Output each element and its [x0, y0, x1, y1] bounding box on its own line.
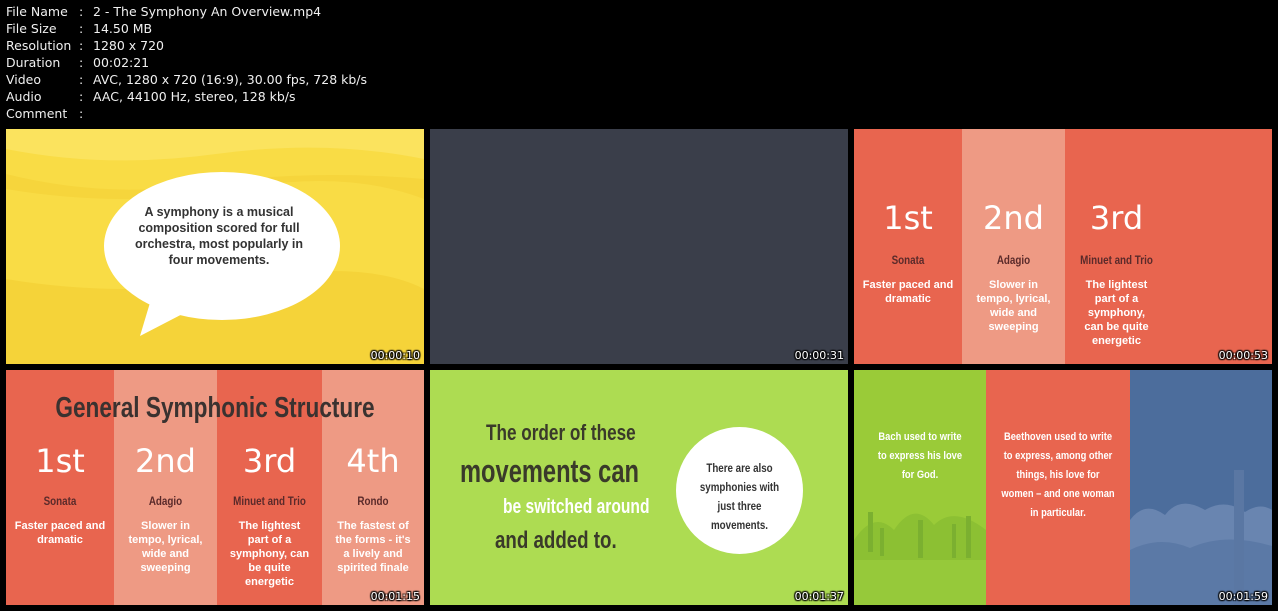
movement-name: Rondo: [357, 494, 389, 508]
ordinal: 3rd: [1089, 199, 1144, 237]
timestamp: 00:00:53: [1218, 349, 1268, 362]
thumbnail-6[interactable]: Bach used to write to express his love f…: [854, 370, 1272, 605]
ordinal: 1st: [883, 199, 933, 237]
resolution-label: Resolution: [6, 38, 72, 53]
movement-desc: The fastest of the forms - it's a lively…: [335, 520, 411, 574]
duration-row: Duration : 00:02:21: [6, 54, 367, 71]
movement-name: Sonata: [891, 253, 925, 267]
movement-desc: Faster paced and dramatic: [14, 520, 106, 546]
column-1st: 1st Sonata Faster paced and dramatic: [854, 129, 962, 364]
duration-value: 00:02:21: [93, 55, 150, 70]
movement-desc: Slower in tempo, lyrical, wide and sweep…: [976, 279, 1051, 333]
file-size-label: File Size: [6, 21, 57, 36]
ordinal: 1st: [35, 442, 85, 480]
headline-line-4: and added to.: [495, 527, 617, 554]
resolution-value: 1280 x 720: [93, 38, 165, 53]
movement-name: Minuet and Trio: [1080, 253, 1153, 267]
duration-label: Duration: [6, 55, 61, 70]
video-row: Video : AVC, 1280 x 720 (16:9), 30.00 fp…: [6, 71, 367, 88]
audio-row: Audio : AAC, 44100 Hz, stereo, 128 kb/s: [6, 88, 367, 105]
separator: :: [79, 72, 84, 87]
video-value: AVC, 1280 x 720 (16:9), 30.00 fps, 728 k…: [93, 72, 368, 87]
separator: :: [79, 38, 84, 53]
thumbnail-5[interactable]: The order of these movements can be swit…: [430, 370, 848, 605]
thumbnail-3[interactable]: 1st Sonata Faster paced and dramatic 2nd…: [854, 129, 1272, 364]
file-name-label: File Name: [6, 4, 68, 19]
resolution-row: Resolution : 1280 x 720: [6, 37, 367, 54]
timestamp: 00:00:31: [794, 349, 844, 362]
movement-name: Adagio: [148, 494, 183, 508]
timestamp: 00:01:15: [370, 590, 420, 603]
file-size-value: 14.50 MB: [93, 21, 153, 36]
column-empty: [1168, 129, 1272, 364]
movement-desc: The lightest part of a symphony, can be …: [229, 520, 310, 588]
audio-label: Audio: [6, 89, 42, 104]
movement-name: Sonata: [43, 494, 77, 508]
separator: :: [79, 4, 84, 19]
beethoven-text: Beethoven used to write to express, amon…: [1001, 431, 1115, 519]
thumbnail-1[interactable]: A symphony is a musical composition scor…: [6, 129, 424, 364]
separator: :: [79, 55, 84, 70]
timestamp: 00:01:59: [1218, 590, 1268, 603]
ordinal: 2nd: [135, 442, 196, 480]
comment-label: Comment: [6, 106, 68, 121]
separator: :: [79, 21, 84, 36]
timestamp: 00:00:10: [370, 349, 420, 362]
slide-title: General Symphonic Structure: [55, 392, 375, 424]
bubble-text: A symphony is a musical composition scor…: [134, 205, 304, 267]
separator: :: [79, 106, 84, 121]
ordinal: 3rd: [242, 442, 297, 480]
movement-desc: Faster paced and dramatic: [862, 279, 954, 305]
headline-line-1: The order of these: [486, 420, 636, 445]
thumbnail-2[interactable]: 00:00:31: [430, 129, 848, 364]
file-name-row: File Name : 2 - The Symphony An Overview…: [6, 3, 367, 20]
ordinal: 4th: [346, 442, 400, 480]
separator: :: [79, 89, 84, 104]
headline-line-3: be switched around: [503, 496, 650, 518]
movement-desc: Slower in tempo, lyrical, wide and sweep…: [128, 520, 203, 574]
audio-value: AAC, 44100 Hz, stereo, 128 kb/s: [93, 89, 296, 104]
headline-line-2: movements can: [460, 453, 639, 489]
column-2nd: 2nd Adagio Slower in tempo, lyrical, wid…: [962, 129, 1065, 364]
comment-row: Comment :: [6, 105, 367, 122]
file-info-panel: File Name : 2 - The Symphony An Overview…: [6, 3, 367, 122]
ordinal: 2nd: [983, 199, 1044, 237]
clouds-icon: [1130, 470, 1272, 605]
movement-name: Minuet and Trio: [233, 494, 306, 508]
movement-desc: The lightest part of a symphony, can be …: [1084, 279, 1149, 347]
timestamp: 00:01:37: [794, 590, 844, 603]
movement-name: Adagio: [996, 253, 1031, 267]
callout-text: There are also symphonies with just thre…: [699, 463, 780, 532]
file-size-row: File Size : 14.50 MB: [6, 20, 367, 37]
file-name-value: 2 - The Symphony An Overview.mp4: [93, 4, 322, 19]
thumbnail-4[interactable]: 1st Sonata Faster paced and dramatic 2nd…: [6, 370, 424, 605]
bach-text: Bach used to write to express his love f…: [877, 431, 963, 481]
column-3rd: 3rd Minuet and Trio The lightest part of…: [1065, 129, 1168, 364]
video-label: Video: [6, 72, 42, 87]
trees-icon: [854, 512, 986, 605]
